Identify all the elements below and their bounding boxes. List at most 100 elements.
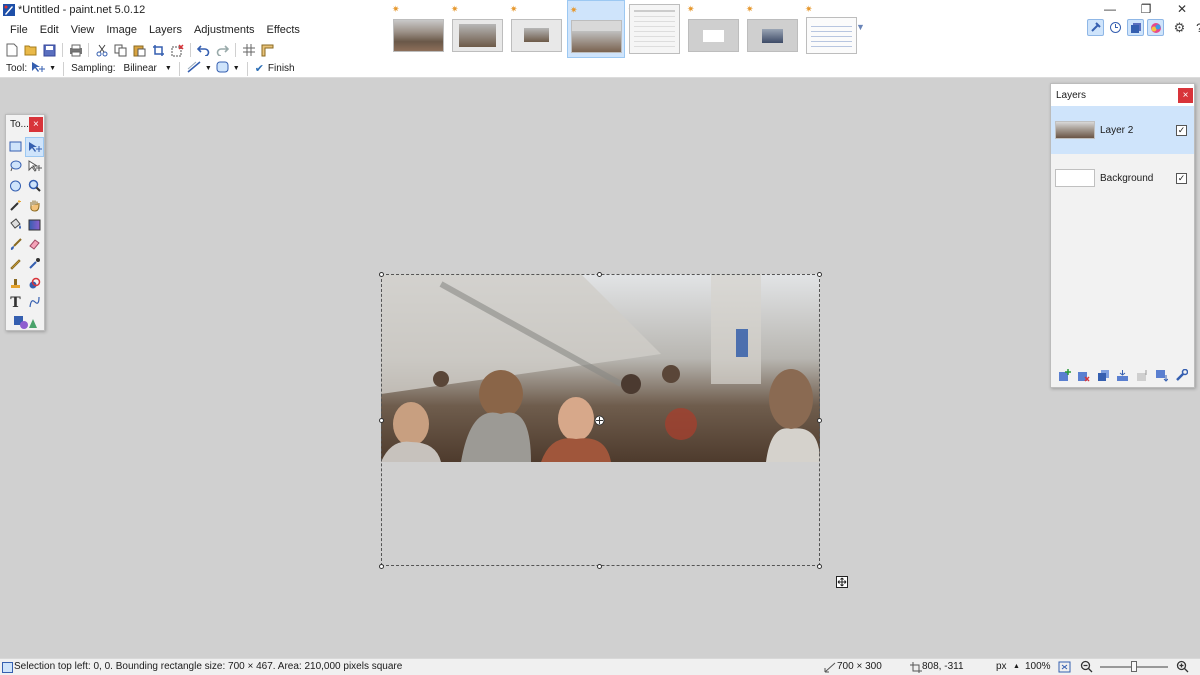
deselect-icon[interactable] — [168, 42, 187, 58]
move-layer-up-icon[interactable] — [1136, 369, 1149, 385]
resize-handle-right[interactable] — [817, 418, 822, 423]
resize-handle-bottom-left[interactable] — [379, 564, 384, 569]
text-tool-icon[interactable]: T — [6, 293, 25, 313]
layer-row-layer-2[interactable]: Layer 2 ✓ — [1051, 106, 1194, 154]
eraser-tool-icon[interactable] — [25, 235, 44, 255]
undo-icon[interactable] — [194, 42, 213, 58]
line-curve-tool-icon[interactable] — [25, 293, 44, 313]
redo-icon[interactable] — [213, 42, 232, 58]
settings-gear-icon[interactable]: ⚙ — [1171, 19, 1188, 36]
gradient-tool-icon[interactable] — [25, 215, 44, 235]
resize-handle-bottom[interactable] — [597, 564, 602, 569]
sampling-select[interactable]: Bilinear — [124, 63, 157, 74]
menu-image[interactable]: Image — [100, 22, 143, 40]
clone-stamp-tool-icon[interactable] — [6, 274, 25, 294]
colors-window-toggle-icon[interactable] — [1147, 19, 1164, 36]
menu-adjustments[interactable]: Adjustments — [188, 22, 261, 40]
chevron-down-icon[interactable]: ▼ — [49, 65, 56, 72]
tools-window-toggle-icon[interactable] — [1087, 19, 1104, 36]
image-tab-selected[interactable]: ✷ — [567, 0, 625, 58]
zoom-to-window-icon[interactable] — [1058, 661, 1071, 675]
move-layer-down-icon[interactable] — [1155, 369, 1169, 385]
zoom-level[interactable]: 100% — [1025, 661, 1051, 672]
chevron-down-icon[interactable]: ▼ — [205, 65, 212, 72]
zoom-out-icon[interactable] — [1080, 660, 1093, 675]
history-window-toggle-icon[interactable] — [1107, 19, 1124, 36]
duplicate-layer-icon[interactable] — [1097, 369, 1110, 385]
image-tab[interactable]: ✷ — [685, 0, 743, 58]
units-select[interactable]: px — [996, 661, 1007, 672]
layers-window-close-button[interactable]: × — [1178, 87, 1193, 103]
image-tab[interactable]: ✷ — [449, 0, 507, 58]
restore-button[interactable]: ❐ — [1128, 0, 1164, 20]
copy-icon[interactable] — [111, 42, 130, 58]
lasso-select-tool-icon[interactable] — [6, 157, 25, 177]
add-layer-icon[interactable] — [1058, 369, 1071, 385]
ruler-icon[interactable] — [258, 42, 277, 58]
menu-layers[interactable]: Layers — [143, 22, 188, 40]
layers-window-header[interactable]: Layers × — [1051, 84, 1194, 106]
image-tab[interactable]: ✷ — [626, 0, 684, 58]
magic-wand-tool-icon[interactable] — [6, 196, 25, 216]
merge-layer-down-icon[interactable] — [1116, 369, 1129, 385]
menu-edit[interactable]: Edit — [34, 22, 65, 40]
minimize-button[interactable]: — — [1092, 0, 1128, 20]
recolor-tool-icon[interactable] — [25, 274, 44, 294]
paint-bucket-tool-icon[interactable] — [6, 215, 25, 235]
close-button[interactable]: ✕ — [1164, 0, 1200, 20]
rotate-origin-icon[interactable] — [594, 415, 605, 426]
finish-button[interactable]: Finish — [268, 63, 295, 74]
zoom-slider-track[interactable] — [1100, 661, 1168, 672]
layers-window-toggle-icon[interactable] — [1127, 19, 1144, 36]
delete-layer-icon[interactable] — [1077, 369, 1090, 385]
resize-handle-top-left[interactable] — [379, 272, 384, 277]
print-icon[interactable] — [66, 42, 85, 58]
zoom-tool-icon[interactable] — [25, 176, 44, 196]
paste-icon[interactable] — [130, 42, 149, 58]
open-folder-icon[interactable] — [21, 42, 40, 58]
new-file-icon[interactable] — [2, 42, 21, 58]
grid-icon[interactable] — [239, 42, 258, 58]
rectangle-select-tool-icon[interactable] — [6, 137, 25, 157]
layer-properties-icon[interactable] — [1175, 368, 1188, 385]
tools-window-close-button[interactable]: × — [28, 117, 43, 132]
menu-view[interactable]: View — [65, 22, 101, 40]
paintbrush-tool-icon[interactable] — [6, 235, 25, 255]
resize-handle-bottom-right[interactable] — [817, 564, 822, 569]
blend-mode-icon[interactable] — [216, 61, 229, 76]
tools-window-header[interactable]: To... × — [6, 115, 44, 134]
resize-handle-left[interactable] — [379, 418, 384, 423]
image-tab[interactable]: ✷ — [744, 0, 802, 58]
chevron-down-icon[interactable]: ▼ — [233, 65, 240, 72]
zoom-in-icon[interactable] — [1176, 660, 1189, 675]
layer-row-background[interactable]: Background ✓ — [1051, 154, 1194, 202]
cut-icon[interactable] — [92, 42, 111, 58]
move-selected-pixels-tool-icon[interactable] — [25, 137, 44, 157]
layer-visibility-checkbox[interactable]: ✓ — [1176, 124, 1187, 136]
move-selection-tool-icon[interactable] — [25, 157, 44, 177]
dialog-thumb-icon — [688, 19, 739, 52]
ellipse-select-tool-icon[interactable] — [6, 176, 25, 196]
save-icon[interactable] — [40, 42, 59, 58]
menu-effects[interactable]: Effects — [261, 22, 306, 40]
shapes-tool-icon[interactable] — [6, 313, 44, 333]
chevron-down-icon[interactable]: ▼ — [856, 22, 865, 32]
layer-visibility-checkbox[interactable]: ✓ — [1176, 172, 1187, 184]
menu-file[interactable]: File — [4, 22, 34, 40]
chevron-up-icon[interactable]: ▲ — [1013, 663, 1020, 670]
zoom-slider-thumb[interactable] — [1131, 661, 1137, 672]
help-icon[interactable]: ? — [1191, 19, 1200, 36]
crop-to-selection-icon[interactable] — [149, 42, 168, 58]
color-picker-tool-icon[interactable] — [25, 254, 44, 274]
checkmark-icon[interactable]: ✔ — [255, 62, 264, 75]
pencil-tool-icon[interactable] — [6, 254, 25, 274]
resize-handle-top[interactable] — [597, 272, 602, 277]
image-tab[interactable]: ✷ — [803, 0, 861, 58]
resize-handle-top-right[interactable] — [817, 272, 822, 277]
antialiasing-icon[interactable] — [187, 61, 201, 76]
image-tab[interactable]: ✷ — [508, 0, 566, 58]
pan-tool-icon[interactable] — [25, 196, 44, 216]
image-tab[interactable]: ✷ — [390, 0, 448, 58]
chevron-down-icon[interactable]: ▼ — [165, 65, 172, 72]
move-selected-tool-icon[interactable] — [31, 61, 46, 76]
